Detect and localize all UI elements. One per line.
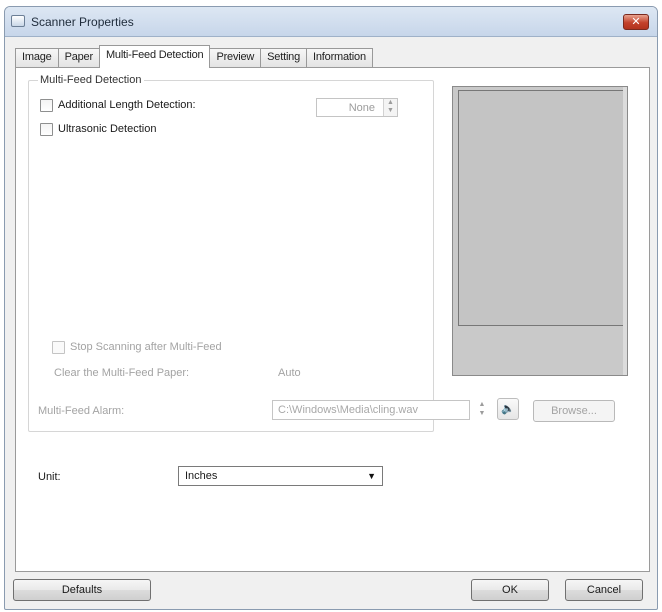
preview-page (458, 90, 625, 326)
scanner-icon (11, 15, 25, 27)
window-title: Scanner Properties (31, 15, 134, 29)
alarm-spinner-arrows-icon[interactable]: ▲ ▼ (476, 400, 488, 420)
preview-area (452, 86, 628, 376)
tab-multi-feed-detection[interactable]: Multi-Feed Detection (98, 45, 211, 68)
unit-select-value: Inches (185, 470, 218, 482)
tab-image[interactable]: Image (15, 48, 59, 68)
unit-label: Unit: (38, 471, 61, 483)
additional-length-value: None (348, 102, 375, 114)
tab-paper[interactable]: Paper (57, 48, 100, 68)
stop-scanning-label: Stop Scanning after Multi-Feed (70, 341, 222, 353)
play-sound-button[interactable]: 🔈 (497, 398, 519, 420)
stop-scanning-checkbox[interactable] (52, 341, 65, 354)
close-icon: ✕ (631, 16, 641, 28)
multi-feed-alarm-label: Multi-Feed Alarm: (38, 405, 125, 417)
tab-strip: Image Paper Multi-Feed Detection Preview… (15, 45, 373, 68)
ultrasonic-detection-checkbox[interactable] (40, 123, 53, 136)
multi-feed-group-title: Multi-Feed Detection (38, 74, 144, 86)
tab-panel: Multi-Feed Detection Additional Length D… (15, 67, 650, 572)
defaults-button[interactable]: Defaults (13, 579, 151, 601)
browse-button[interactable]: Browse... (533, 400, 615, 422)
ultrasonic-detection-label: Ultrasonic Detection (58, 123, 157, 135)
unit-select[interactable]: Inches ▼ (178, 466, 383, 486)
scanner-properties-window: Scanner Properties ✕ Image Paper Multi-F… (4, 6, 658, 610)
tab-information[interactable]: Information (306, 48, 373, 68)
alarm-path-input[interactable]: C:\Windows\Media\cling.wav (272, 400, 470, 420)
clear-multi-feed-label: Clear the Multi-Feed Paper: (54, 367, 190, 379)
chevron-down-icon: ▼ (367, 471, 376, 481)
speaker-icon: 🔈 (501, 403, 515, 415)
additional-length-checkbox[interactable] (40, 99, 53, 112)
tab-setting[interactable]: Setting (260, 48, 308, 68)
additional-length-label: Additional Length Detection: (58, 99, 196, 111)
additional-length-spinner[interactable]: None ▲ ▼ (316, 98, 398, 117)
tab-preview[interactable]: Preview (209, 48, 262, 68)
ok-button[interactable]: OK (471, 579, 549, 601)
cancel-button[interactable]: Cancel (565, 579, 643, 601)
close-button[interactable]: ✕ (623, 14, 649, 30)
spinner-arrows-icon[interactable]: ▲ ▼ (383, 99, 397, 116)
title-bar[interactable]: Scanner Properties ✕ (5, 7, 657, 37)
clear-multi-feed-value: Auto (278, 367, 301, 379)
preview-scrollbar[interactable] (623, 87, 627, 375)
